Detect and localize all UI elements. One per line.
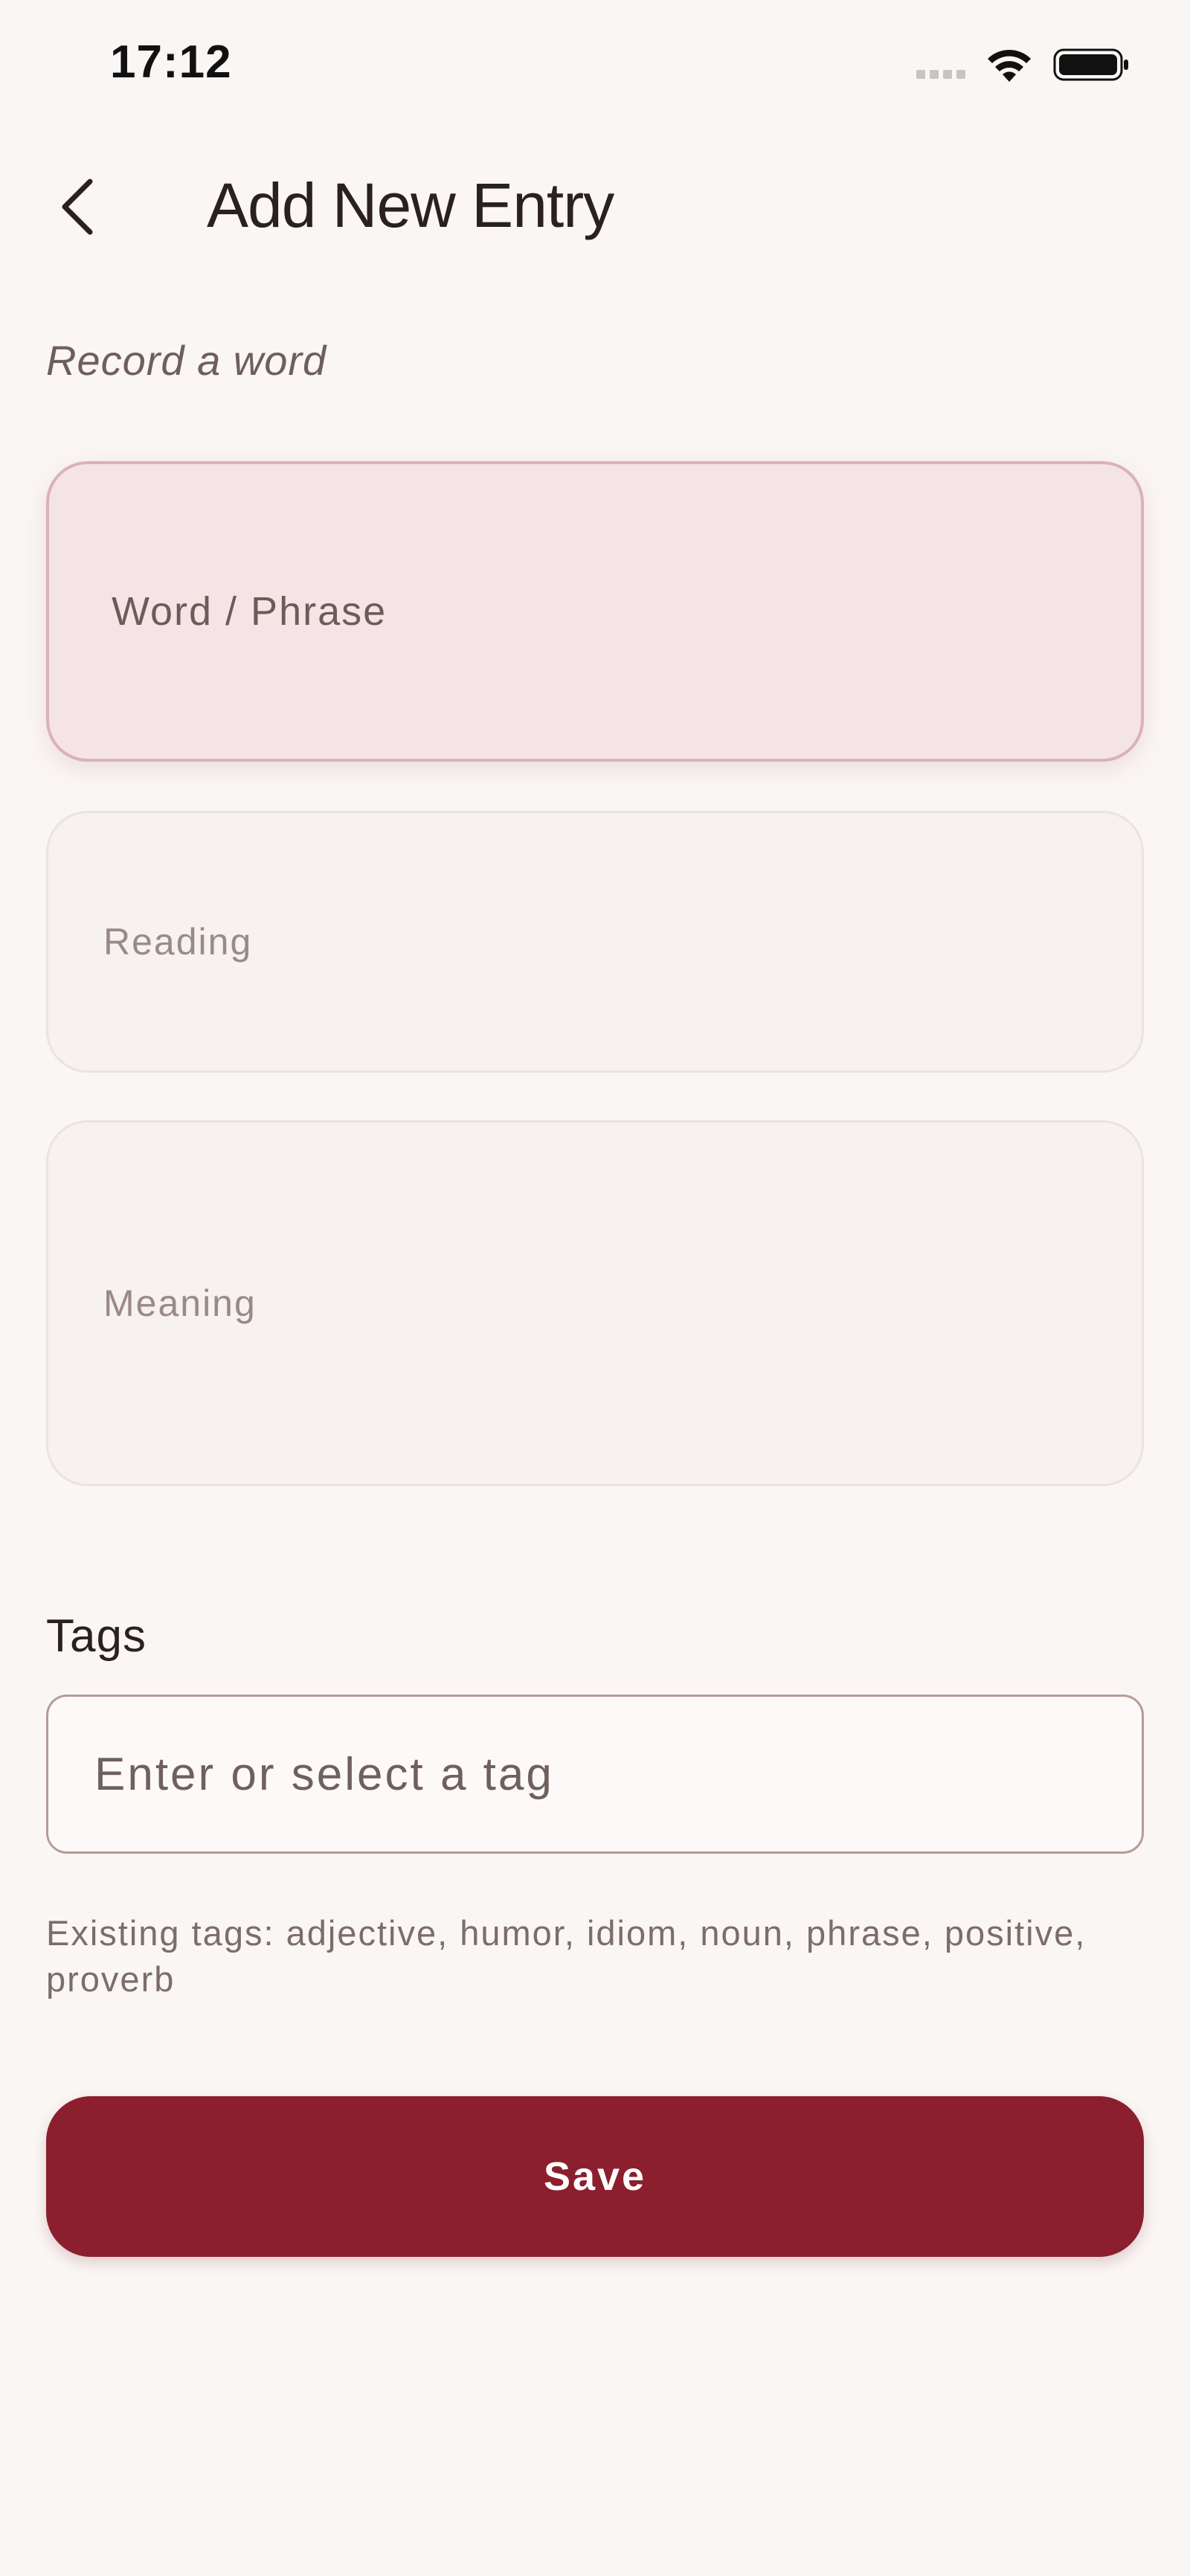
meaning-field[interactable]: Meaning <box>46 1120 1144 1486</box>
back-button[interactable] <box>45 164 112 253</box>
reading-placeholder: Reading <box>103 921 253 963</box>
chevron-left-icon <box>57 177 99 240</box>
status-time: 17:12 <box>110 36 232 88</box>
reading-field[interactable]: Reading <box>46 811 1144 1073</box>
page-title: Add New Entry <box>207 170 614 240</box>
signal-icon <box>916 70 971 80</box>
tag-input-placeholder: Enter or select a tag <box>94 1748 554 1800</box>
tags-label: Tags <box>46 1610 147 1662</box>
save-button[interactable]: Save <box>46 2096 1144 2257</box>
tag-input[interactable]: Enter or select a tag <box>46 1695 1144 1854</box>
wifi-icon <box>986 45 1032 83</box>
save-button-label: Save <box>543 2154 647 2199</box>
meaning-placeholder: Meaning <box>103 1282 257 1324</box>
battery-icon <box>1053 48 1130 82</box>
word-phrase-field[interactable]: Word / Phrase <box>46 461 1144 762</box>
word-phrase-placeholder: Word / Phrase <box>112 589 387 634</box>
existing-tags-text: Existing tags: adjective, humor, idiom, … <box>46 1913 1087 1999</box>
section-subtitle: Record a word <box>46 337 327 384</box>
